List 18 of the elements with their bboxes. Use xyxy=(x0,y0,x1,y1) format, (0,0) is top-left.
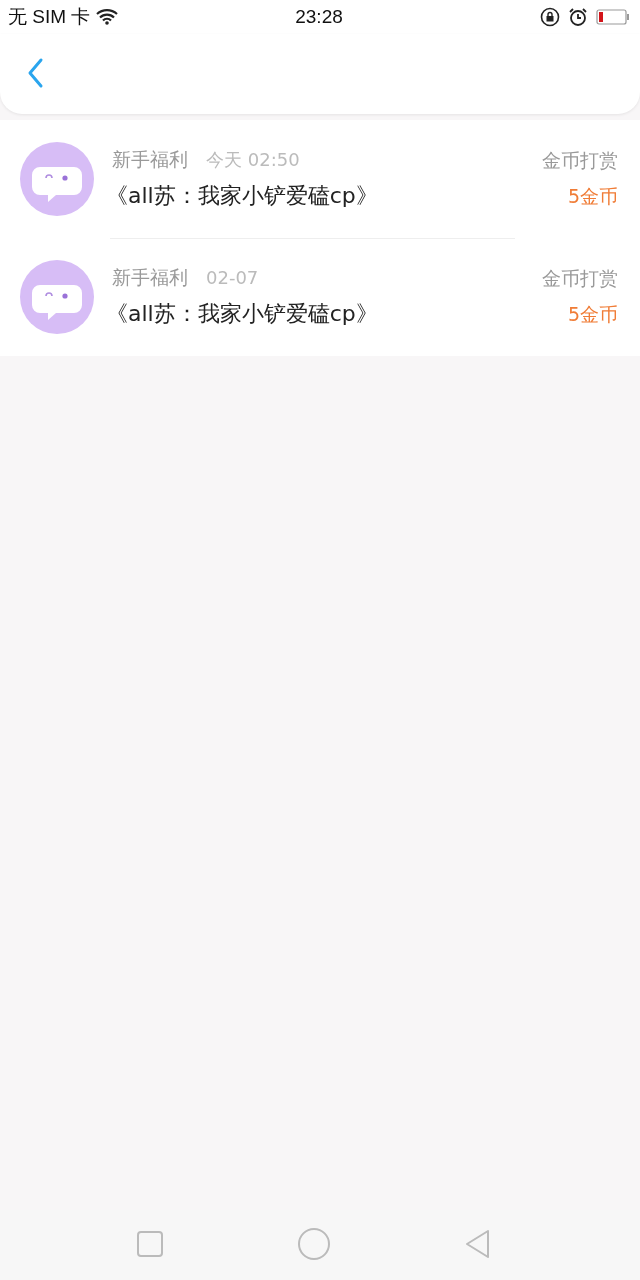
clock-time: 23:28 xyxy=(294,6,344,28)
reward-type: 金币打赏 xyxy=(542,148,618,173)
category-label: 新手福利 xyxy=(112,147,188,172)
battery-icon xyxy=(596,9,630,25)
timestamp: 02-07 xyxy=(206,267,259,288)
coin-amount: 5金币 xyxy=(567,184,618,209)
wifi-icon xyxy=(96,9,119,25)
reward-type: 金币打赏 xyxy=(542,266,618,291)
book-title: 《all苏：我家小铲爱磕cp》 xyxy=(106,300,379,328)
timestamp: 今天 02:50 xyxy=(206,148,300,172)
alarm-icon xyxy=(568,7,588,27)
coin-amount: 5金币 xyxy=(567,302,618,327)
avatar-icon xyxy=(20,142,94,216)
category-label: 新手福利 xyxy=(112,265,188,290)
book-title: 《all苏：我家小铲爱磕cp》 xyxy=(106,182,379,210)
carrier-text: 无 SIM 卡 xyxy=(8,5,91,29)
avatar-icon xyxy=(20,260,94,334)
rotation-lock-icon xyxy=(540,7,560,27)
